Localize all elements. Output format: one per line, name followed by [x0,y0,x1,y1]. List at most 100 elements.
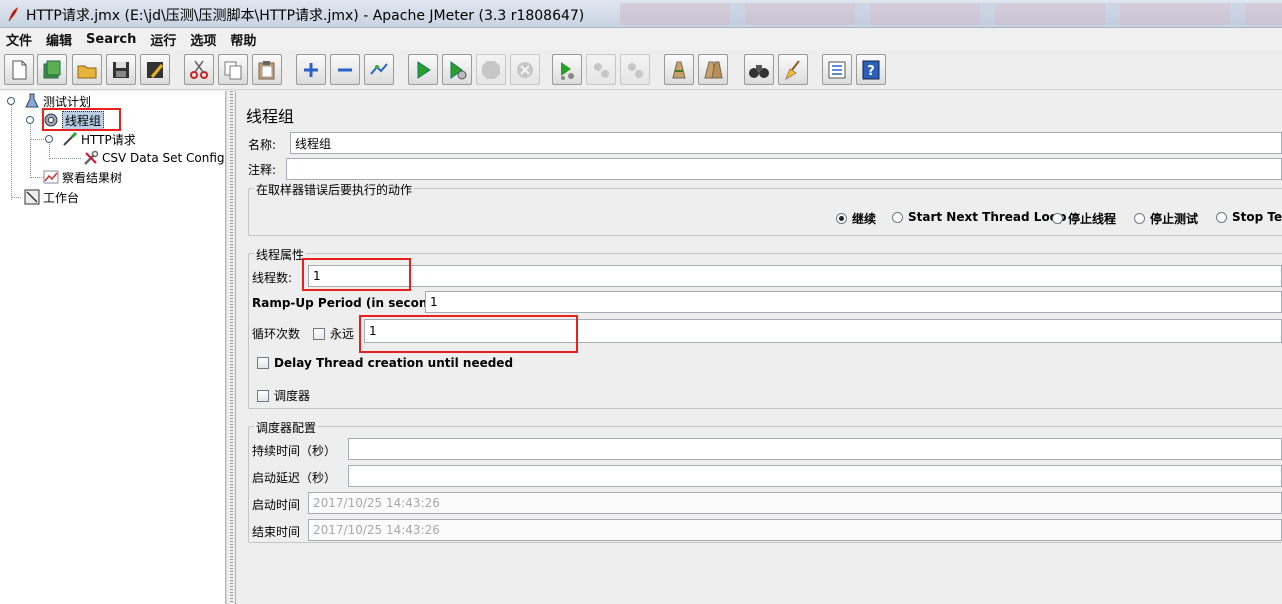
tree-toggle-test-plan[interactable] [7,97,15,105]
save-as-button[interactable] [140,54,170,85]
radio-stop-thread[interactable]: 停止线程 [1052,210,1116,227]
save-button[interactable] [106,54,136,85]
radio-continue[interactable]: 继续 [836,210,876,227]
gear-icon [44,113,58,127]
menu-help[interactable]: 帮助 [230,30,256,49]
threads-field[interactable]: 1 [308,265,1282,287]
tree-label: HTTP请求 [81,132,136,147]
scheduler-title: 调度器配置 [254,419,319,436]
test-plan-tree: 测试计划 线程组 HTTP请求 CSV Data Set Config 察看结果… [0,91,226,604]
workbench-icon [24,189,40,205]
end-time-label: 结束时间 [252,525,301,539]
start-button[interactable] [408,54,438,85]
tree-toggle-thread-group[interactable] [26,116,34,124]
pipette-icon [63,131,78,146]
binoculars-icon [749,64,769,78]
clear-all-button[interactable] [698,54,728,85]
cut-icon [190,60,208,79]
remote-start-button[interactable] [552,54,582,85]
help-icon: ? [862,60,880,79]
paste-button[interactable] [252,54,282,85]
tree-node-http-request[interactable]: HTTP请求 [62,130,136,148]
help-button[interactable]: ? [856,54,886,85]
toolbar: ? [0,50,1282,90]
duration-field[interactable] [348,438,1282,460]
toggle-button[interactable] [364,54,394,85]
menu-search[interactable]: Search [86,32,136,47]
stop-icon [482,60,500,79]
new-icon [12,60,27,79]
remote-shutdown-icon [628,62,643,78]
menu-file[interactable]: 文件 [6,30,32,49]
tree-node-thread-group[interactable]: 线程组 [43,110,105,130]
start-time-field[interactable]: 2017/10/25 14:43:26 [308,492,1282,514]
threads-label: 线程数: [252,271,293,285]
start-icon [417,60,431,79]
loop-label: 循环次数 [252,327,301,341]
forever-checkbox[interactable]: 永远 [313,325,354,342]
shutdown-icon [517,61,533,78]
copy-icon [224,61,242,79]
end-time-field[interactable]: 2017/10/25 14:43:26 [308,519,1282,541]
background-tabs [620,3,1282,25]
remote-stop-button[interactable] [586,54,616,85]
shutdown-button[interactable] [510,54,540,85]
tree-toggle-http-request[interactable] [45,135,53,143]
menu-edit[interactable]: 编辑 [46,30,72,49]
tree-label: 察看结果树 [62,170,123,185]
error-action-group: 在取样器错误后要执行的动作 [248,181,1282,236]
start-no-timers-button[interactable] [442,54,472,85]
startup-delay-field[interactable] [348,465,1282,487]
loop-field[interactable]: 1 [364,319,1282,343]
expand-button[interactable] [296,54,326,85]
templates-button[interactable] [37,54,67,85]
scheduler-checkbox[interactable]: 调度器 [257,387,310,404]
error-action-title: 在取样器错误后要执行的动作 [254,181,415,198]
search-button[interactable] [744,54,774,85]
cut-button[interactable] [184,54,214,85]
save-icon [113,61,129,78]
copy-button[interactable] [218,54,248,85]
function-helper-button[interactable] [822,54,852,85]
startup-delay-label: 启动延迟（秒） [252,471,337,485]
flask-icon [25,93,39,108]
open-button[interactable] [72,54,102,85]
stop-button[interactable] [476,54,506,85]
chart-line-icon [43,170,59,184]
clear-all-icon [704,61,723,78]
clear-button[interactable] [664,54,694,85]
expand-icon [304,62,318,77]
templates-icon [43,60,61,78]
delay-thread-checkbox[interactable]: Delay Thread creation until needed [257,356,513,370]
title-bar: HTTP请求.jmx (E:\jd\压测\压测脚本\HTTP请求.jmx) - … [0,0,1282,28]
tree-node-workbench[interactable]: 工作台 [24,188,79,206]
svg-text:?: ? [867,64,875,79]
reset-search-button[interactable] [778,54,808,85]
tree-node-result-tree[interactable]: 察看结果树 [43,168,122,186]
thread-props-title: 线程属性 [254,246,307,263]
comment-field[interactable] [286,158,1282,180]
thread-group-panel: 线程组 名称: 线程组 注释: 在取样器错误后要执行的动作 继续 Start N… [236,91,1282,604]
clear-icon [672,61,686,78]
remote-shutdown-button[interactable] [620,54,650,85]
tree-label: 工作台 [43,190,80,205]
rampup-field[interactable]: 1 [425,291,1282,313]
radio-start-next-loop[interactable]: Start Next Thread Loop [892,210,1067,224]
start-no-timers-icon [450,60,467,79]
open-icon [77,65,97,78]
splitter[interactable] [226,91,236,604]
remote-start-icon [561,61,574,80]
menu-options[interactable]: 选项 [190,30,216,49]
name-field[interactable]: 线程组 [290,132,1282,154]
radio-stop-test-now[interactable]: Stop Test Now [1216,210,1282,224]
tree-label: 线程组 [62,110,105,130]
tree-node-test-plan[interactable]: 测试计划 [24,92,91,110]
radio-stop-test[interactable]: 停止测试 [1134,210,1198,227]
duration-label: 持续时间（秒） [252,444,337,458]
tree-node-csv-config[interactable]: CSV Data Set Config [83,149,225,167]
tree-label: 测试计划 [43,94,92,109]
menu-run[interactable]: 运行 [150,30,176,49]
new-button[interactable] [4,54,34,85]
start-time-label: 启动时间 [252,498,301,512]
collapse-button[interactable] [330,54,360,85]
